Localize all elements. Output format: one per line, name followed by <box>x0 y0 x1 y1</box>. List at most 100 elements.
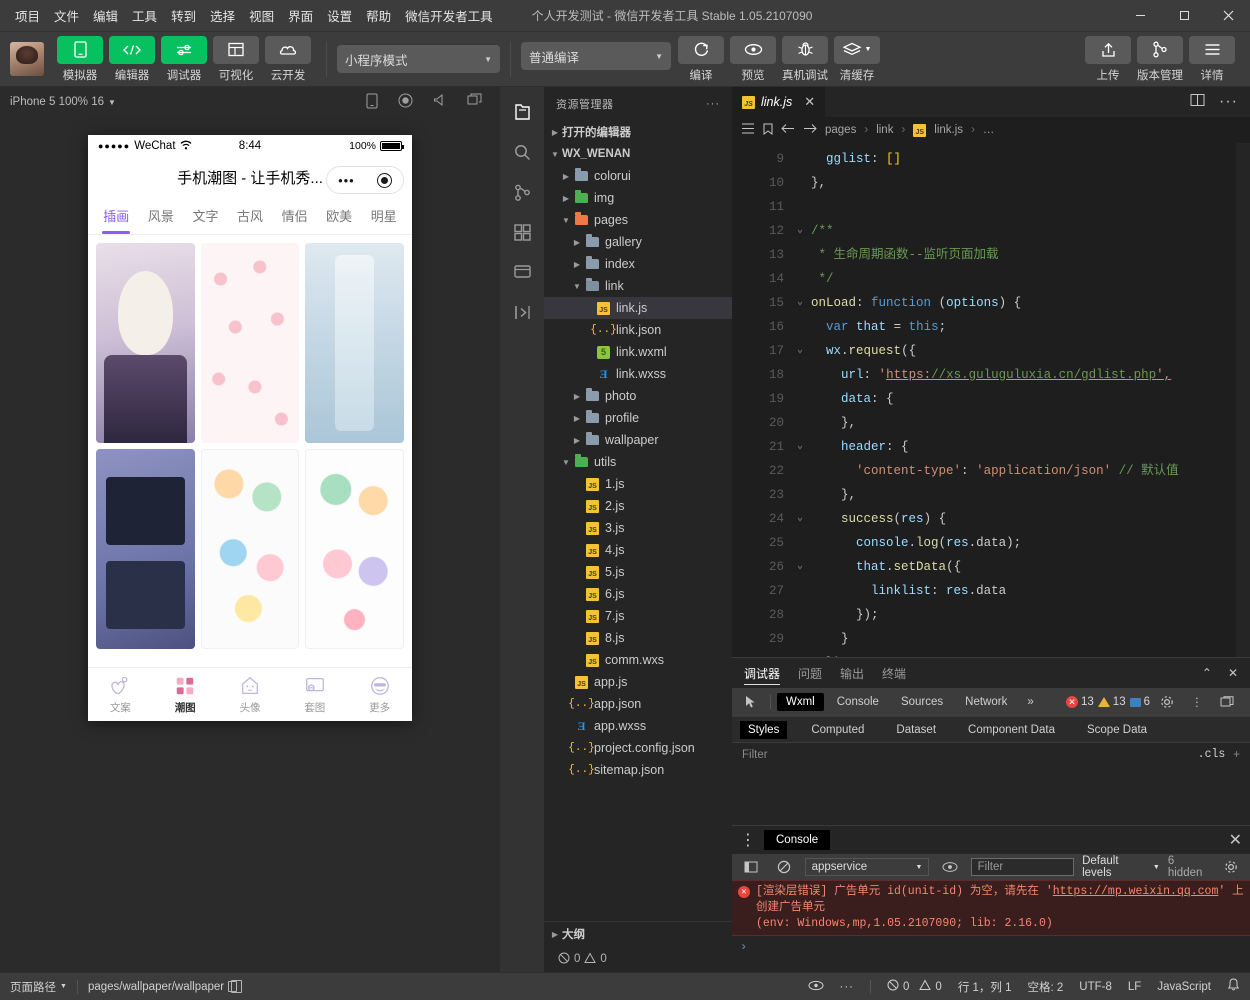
styles-tab-component-data[interactable]: Component Data <box>960 721 1063 739</box>
category-tab-4[interactable]: 情侣 <box>272 206 317 225</box>
menu-item-8[interactable]: 设置 <box>320 2 359 29</box>
code-line[interactable]: /** <box>790 219 1250 243</box>
tree-file-link.wxss[interactable]: ▶Ǝlink.wxss <box>544 363 732 385</box>
forward-icon[interactable] <box>803 123 817 137</box>
styles-tab-dataset[interactable]: Dataset <box>888 721 944 739</box>
code-line[interactable]: }, <box>790 171 1250 195</box>
code-line[interactable]: }, <box>790 483 1250 507</box>
copy-icon[interactable] <box>228 980 243 993</box>
console-error-message[interactable]: ✕ [渲染层错误] 广告单元 id(unit-id) 为空，请先在 'https… <box>732 880 1250 936</box>
code-content[interactable]: gglist: [] }, /** * 生命周期函数--监听页面加载 */ on… <box>790 143 1250 657</box>
outline-row[interactable]: ▶ 大纲 <box>544 922 732 946</box>
tree-file-link.wxml[interactable]: ▶link.wxml <box>544 341 732 363</box>
info-badge[interactable]: 6 <box>1129 696 1150 708</box>
breadcrumb-file[interactable]: link.js <box>934 124 963 136</box>
code-line[interactable]: * 生命周期函数--监听页面加载 <box>790 243 1250 267</box>
styles-tab-scope-data[interactable]: Scope Data <box>1079 721 1155 739</box>
phone-tab-头像[interactable]: 头像 <box>218 668 283 721</box>
grid-item[interactable] <box>200 243 300 443</box>
tree-folder-index[interactable]: ▶ index <box>544 253 732 275</box>
devtools-tab-console[interactable]: Console <box>828 693 888 711</box>
code-line[interactable]: var that = this; <box>790 315 1250 339</box>
code-line[interactable]: console.log(res.data); <box>790 531 1250 555</box>
record-icon[interactable] <box>398 93 413 112</box>
close-button[interactable] <box>1206 0 1250 32</box>
console-prompt[interactable]: › <box>732 936 1250 958</box>
mode-button-云开发[interactable]: 云开发 <box>264 35 312 83</box>
debugger-panel-tab-1[interactable]: 问题 <box>798 658 822 688</box>
code-line[interactable]: } <box>790 627 1250 651</box>
tree-file-link.js[interactable]: ▶JSlink.js <box>544 297 732 319</box>
tree-file-3.js[interactable]: ▶JS3.js <box>544 517 732 539</box>
debugger-panel-tab-2[interactable]: 输出 <box>840 658 864 688</box>
menu-item-9[interactable]: 帮助 <box>359 2 398 29</box>
debug-icon[interactable] <box>502 255 542 289</box>
menu-item-5[interactable]: 选择 <box>203 2 242 29</box>
category-tab-1[interactable]: 风景 <box>139 206 184 225</box>
mode-button-可视化[interactable]: 可视化 <box>212 35 260 83</box>
debugger-panel-tab-3[interactable]: 终端 <box>882 658 906 688</box>
page-path-value[interactable]: pages/wallpaper/wallpaper <box>88 980 243 993</box>
minimize-button[interactable] <box>1118 0 1162 32</box>
tree-folder-wallpaper[interactable]: ▶ wallpaper <box>544 429 732 451</box>
settings-gear-icon-console[interactable] <box>1219 860 1244 874</box>
error-link[interactable]: https://mp.weixin.qq.com <box>1053 885 1219 898</box>
styles-filter-row[interactable]: Filter .cls + <box>732 742 1250 766</box>
styles-filter-placeholder[interactable]: Filter <box>742 749 768 761</box>
right-action-button-详情[interactable]: 详情 <box>1188 35 1236 83</box>
debugger-panel-tab-0[interactable]: 调试器 <box>744 658 781 688</box>
tree-folder-img[interactable]: ▶ img <box>544 187 732 209</box>
mode-button-模拟器[interactable]: 模拟器 <box>56 35 104 83</box>
devtools-tab-wxml[interactable]: Wxml <box>777 693 824 711</box>
phone-tab-更多[interactable]: 更多 <box>347 668 412 721</box>
project-mode-select[interactable]: 小程序模式 ▼ <box>337 45 500 73</box>
close-console-icon[interactable]: ✕ <box>1229 830 1242 850</box>
code-line[interactable]: gglist: [] <box>790 147 1250 171</box>
avatar[interactable] <box>10 42 44 76</box>
devtools-more-tabs[interactable]: » <box>1018 693 1042 711</box>
status-error-count-group[interactable]: 0 0 <box>887 979 942 994</box>
eol-setting[interactable]: LF <box>1128 981 1141 993</box>
devtools-tab-sources[interactable]: Sources <box>892 693 952 711</box>
action-button-预览[interactable]: 预览 <box>729 35 777 83</box>
tree-folder-colorui[interactable]: ▶ colorui <box>544 165 732 187</box>
category-tab-3[interactable]: 古风 <box>228 206 273 225</box>
back-icon[interactable] <box>781 123 795 137</box>
console-filter-input[interactable]: Filter <box>970 858 1075 876</box>
code-line[interactable]: that.setData({ <box>790 555 1250 579</box>
tree-folder-gallery[interactable]: ▶ gallery <box>544 231 732 253</box>
mode-button-调试器[interactable]: 调试器 <box>160 35 208 83</box>
explorer-icon[interactable] <box>502 95 542 129</box>
tree-file-5.js[interactable]: ▶JS5.js <box>544 561 732 583</box>
breadcrumb-pages[interactable]: pages <box>825 124 856 136</box>
menu-item-0[interactable]: 项目 <box>8 2 47 29</box>
right-action-button-上传[interactable]: 上传 <box>1084 35 1132 83</box>
phone-tab-套图[interactable]: 套图 <box>282 668 347 721</box>
code-line[interactable]: }); <box>790 603 1250 627</box>
tree-file-sitemap.json[interactable]: ▶{..}sitemap.json <box>544 759 732 781</box>
language-mode[interactable]: JavaScript <box>1157 981 1211 993</box>
right-action-button-版本管理[interactable]: 版本管理 <box>1136 35 1184 83</box>
maximize-button[interactable] <box>1162 0 1206 32</box>
tree-file-4.js[interactable]: ▶JS4.js <box>544 539 732 561</box>
search-icon[interactable] <box>502 135 542 169</box>
tree-folder-utils[interactable]: ▼ utils <box>544 451 732 473</box>
grid-item[interactable] <box>200 449 300 649</box>
console-context-select[interactable]: appservice ▼ <box>804 858 930 876</box>
encoding-setting[interactable]: UTF-8 <box>1079 981 1112 993</box>
add-style-rule-icon[interactable]: + <box>1233 749 1240 761</box>
phone-tab-潮图[interactable]: 潮图 <box>153 668 218 721</box>
error-badge[interactable]: ✕ 13 <box>1066 696 1094 708</box>
page-path-select[interactable]: 页面路径 ▼ <box>10 979 67 995</box>
grid-item[interactable] <box>305 449 404 649</box>
tree-file-link.json[interactable]: ▶{..}link.json <box>544 319 732 341</box>
warning-badge[interactable]: 13 <box>1097 696 1126 708</box>
clear-console-icon[interactable] <box>771 860 796 874</box>
device-select[interactable]: iPhone 5 100% 16 <box>10 96 104 108</box>
split-editor-icon[interactable] <box>1190 93 1205 112</box>
more-vertical-icon[interactable]: ⋮ <box>1184 695 1210 709</box>
tree-folder-photo[interactable]: ▶ photo <box>544 385 732 407</box>
code-line[interactable]: }) <box>790 651 1250 657</box>
bookmark-icon[interactable] <box>763 123 773 138</box>
close-tab-icon[interactable]: ✕ <box>804 94 815 110</box>
